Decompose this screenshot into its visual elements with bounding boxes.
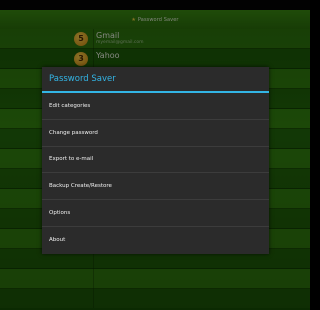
dialog-title: Password Saver [49, 74, 116, 84]
options-dialog: Password Saver Edit categories Change pa… [42, 67, 269, 254]
menu-item-options[interactable]: Options [42, 200, 269, 227]
app-screen: ★ Password Saver 5 Gmail myemail@gmail.c… [0, 0, 310, 310]
menu-item-change-password[interactable]: Change password [42, 120, 269, 147]
menu-item-about[interactable]: About [42, 227, 269, 254]
dialog-header: Password Saver [42, 67, 269, 93]
menu-item-export-to-email[interactable]: Export to e-mail [42, 147, 269, 174]
menu-item-edit-categories[interactable]: Edit categories [42, 93, 269, 120]
menu-item-backup-restore[interactable]: Backup Create/Restore [42, 173, 269, 200]
